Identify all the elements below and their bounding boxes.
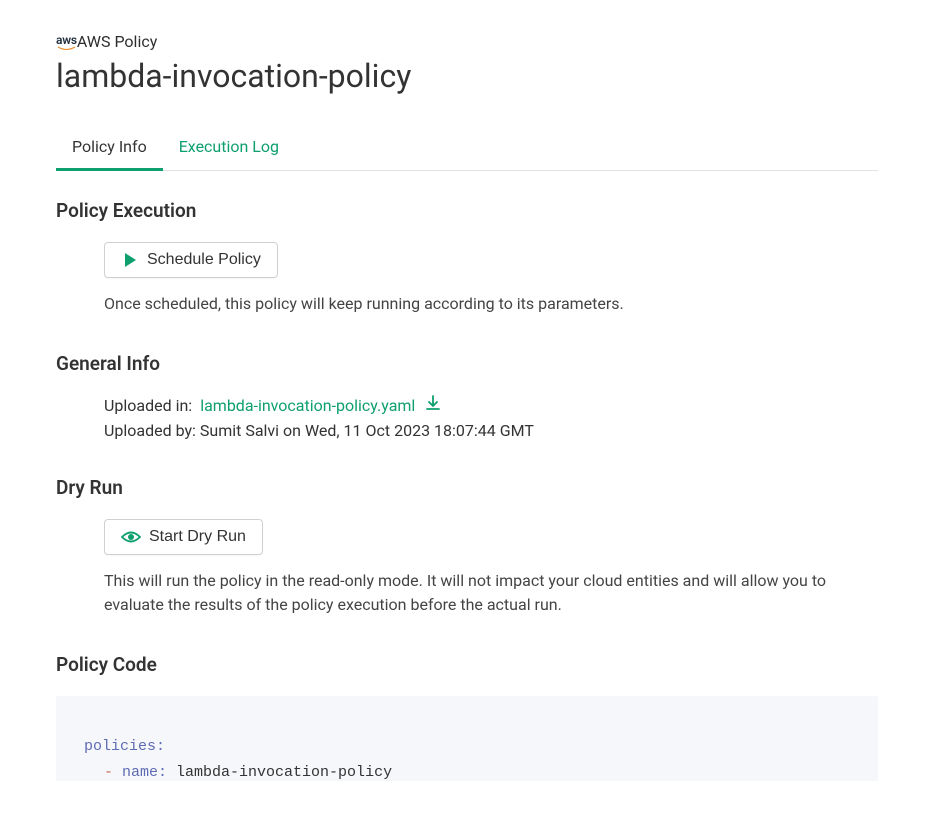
code-key: policies: — [84, 738, 165, 755]
button-label: Schedule Policy — [147, 251, 261, 269]
aws-logo-icon: aws — [56, 33, 77, 51]
page-title: lambda-invocation-policy — [56, 57, 878, 95]
eye-icon — [121, 530, 141, 544]
content-scroll[interactable]: Policy Execution Schedule Policy Once sc… — [56, 171, 878, 781]
button-label: Start Dry Run — [149, 528, 246, 546]
code-value: lambda-invocation-policy — [167, 764, 392, 781]
section-general-info: General Info Uploaded in: lambda-invocat… — [56, 352, 878, 440]
start-dry-run-button[interactable]: Start Dry Run — [104, 519, 263, 555]
download-icon[interactable] — [425, 395, 441, 415]
play-icon — [121, 251, 139, 269]
description-text: Once scheduled, this policy will keep ru… — [104, 292, 878, 316]
section-title: Policy Code — [56, 653, 878, 676]
schedule-policy-button[interactable]: Schedule Policy — [104, 242, 278, 278]
section-title: General Info — [56, 352, 878, 375]
description-text: This will run the policy in the read-onl… — [104, 569, 878, 617]
file-name: lambda-invocation-policy.yaml — [200, 396, 415, 415]
uploaded-by-text: Uploaded by: Sumit Salvi on Wed, 11 Oct … — [104, 421, 878, 440]
section-policy-execution: Policy Execution Schedule Policy Once sc… — [56, 199, 878, 316]
tabs: Policy Info Execution Log — [56, 125, 878, 171]
section-title: Policy Execution — [56, 199, 878, 222]
breadcrumb-label: AWS Policy — [77, 32, 157, 51]
section-dry-run: Dry Run Start Dry Run This will run the … — [56, 476, 878, 617]
code-block: policies: - name: lambda-invocation-poli… — [56, 696, 878, 781]
uploaded-in-label: Uploaded in: — [104, 396, 192, 415]
tab-execution-log[interactable]: Execution Log — [163, 125, 295, 171]
tab-policy-info[interactable]: Policy Info — [56, 125, 163, 171]
file-link[interactable]: lambda-invocation-policy.yaml — [200, 395, 441, 415]
breadcrumb: aws AWS Policy — [56, 32, 878, 51]
section-title: Dry Run — [56, 476, 878, 499]
code-dash: - — [104, 764, 122, 781]
code-key: name: — [122, 764, 167, 781]
section-policy-code: Policy Code policies: - name: lambda-inv… — [56, 653, 878, 781]
